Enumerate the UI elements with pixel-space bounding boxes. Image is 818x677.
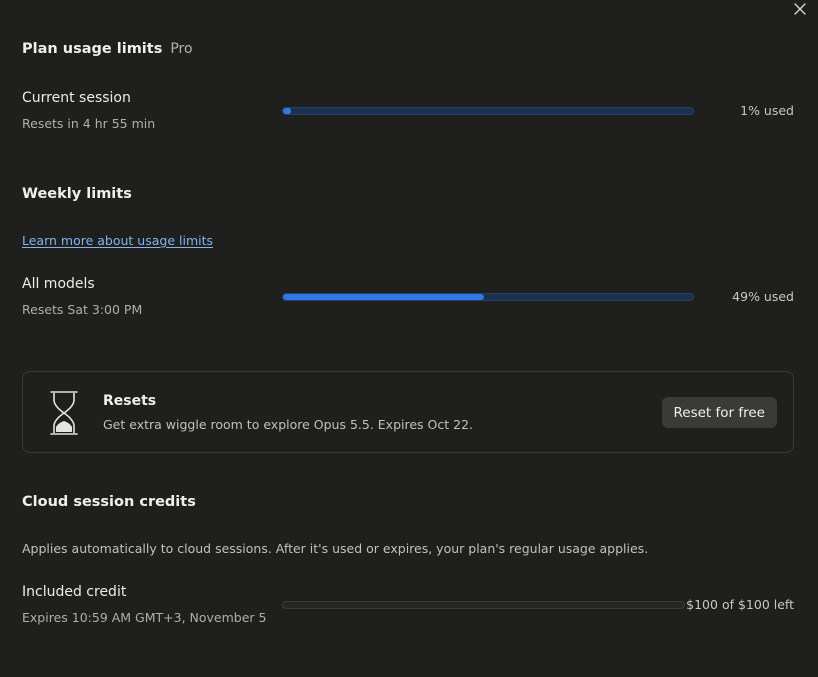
reset-for-free-button[interactable]: Reset for free [661,397,777,428]
included-credit-progress-bar [282,601,685,609]
included-credit-expiry: Expires 10:59 AM GMT+3, November 5 [22,610,267,625]
all-models-progress-bar [282,293,694,301]
usage-limits-panel: Plan usage limits Pro Current session Res… [0,0,818,677]
all-models-reset-time: Resets Sat 3:00 PM [22,302,143,317]
page-title: Plan usage limits Pro [22,41,193,57]
current-session-progress-fill [283,108,291,114]
hourglass-icon [50,391,78,435]
cloud-credits-heading: Cloud session credits [22,494,196,510]
all-models-progress-fill [283,294,484,300]
plan-badge: Pro [170,41,193,57]
all-models-used-label: 49% used [732,289,794,304]
resets-card: Resets Get extra wiggle room to explore … [22,371,794,453]
current-session-title: Current session [22,90,131,106]
included-credit-left-label: $100 of $100 left [686,597,794,612]
close-button[interactable] [792,1,808,17]
learn-more-link[interactable]: Learn more about usage limits [22,233,213,248]
included-credit-title: Included credit [22,584,127,600]
page-title-text: Plan usage limits [22,41,163,57]
all-models-title: All models [22,276,95,292]
cloud-credits-description: Applies automatically to cloud sessions.… [22,541,649,556]
current-session-progress-bar [282,107,694,115]
resets-card-title: Resets [103,393,157,409]
current-session-reset-time: Resets in 4 hr 55 min [22,116,156,131]
weekly-limits-heading: Weekly limits [22,186,132,202]
current-session-used-label: 1% used [740,103,794,118]
resets-card-description: Get extra wiggle room to explore Opus 5.… [103,417,473,432]
close-icon [794,3,806,15]
